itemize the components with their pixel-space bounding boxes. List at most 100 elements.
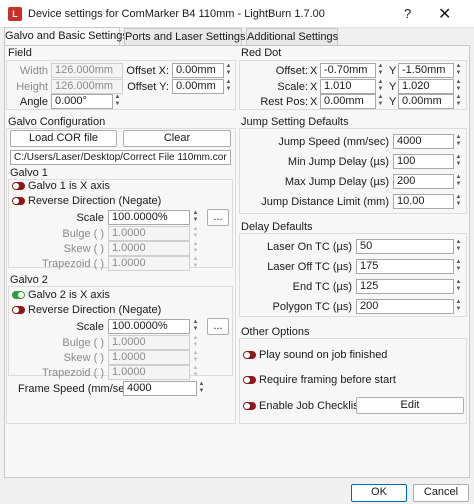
jump-distance-limit-label: Jump Distance Limit (mm) (261, 196, 389, 208)
play-sound-toggle[interactable] (243, 351, 256, 359)
galvo2-skew-spinner: ▲ ▼ (192, 350, 199, 363)
min-jump-delay-field[interactable]: 100 (393, 154, 454, 169)
galvo2-scale-label: Scale (76, 321, 104, 333)
max-jump-delay-field[interactable]: 200 (393, 174, 454, 189)
help-icon[interactable]: ? (404, 6, 411, 21)
red-dot-rest-label: Rest Pos: (260, 96, 308, 108)
galvo1-bulge-spinner: ▲ ▼ (192, 226, 199, 239)
ok-button[interactable]: OK (351, 484, 407, 502)
red-dot-scale-x-spinner[interactable]: ▲ ▼ (376, 79, 385, 94)
galvo-config-title: Galvo Configuration (8, 116, 106, 128)
offset-x-spinner[interactable]: ▲ ▼ (224, 63, 233, 78)
galvo1-more-button[interactable]: ... (207, 209, 229, 226)
red-dot-offset-x-spinner[interactable]: ▲ ▼ (376, 63, 385, 78)
jump-distance-limit-field[interactable]: 10.00 (393, 194, 454, 209)
red-dot-rest-x-spinner[interactable]: ▲ ▼ (376, 94, 385, 109)
close-icon[interactable]: ✕ (438, 4, 451, 24)
laser-on-tc-spinner[interactable]: ▲ ▼ (454, 239, 463, 254)
galvo2-trapezoid-spinner: ▲ ▼ (192, 365, 199, 378)
max-jump-delay-spinner[interactable]: ▲ ▼ (454, 174, 463, 189)
galvo1-scale-spinner[interactable]: ▲ ▼ (191, 210, 200, 225)
job-checklist-edit-button[interactable]: Edit (356, 397, 464, 414)
galvo1-skew-label: Skew ( ) (63, 243, 104, 255)
red-dot-offset-y-spinner[interactable]: ▲ ▼ (454, 63, 463, 78)
end-tc-field[interactable]: 125 (356, 279, 454, 294)
red-dot-rest-x-field[interactable]: 0.00mm (320, 94, 376, 109)
tab-galvo-basic[interactable]: Galvo and Basic Settings (4, 27, 128, 46)
require-framing-toggle[interactable] (243, 376, 256, 384)
laser-off-tc-spinner[interactable]: ▲ ▼ (454, 259, 463, 274)
galvo2-x-axis-label: Galvo 2 is X axis (28, 289, 110, 301)
galvo2-title: Galvo 2 (10, 274, 48, 286)
galvo2-trapezoid-label: Trapezoid ( ) (42, 367, 104, 379)
red-dot-scale-x-field[interactable]: 1.010 (320, 79, 376, 94)
tab-ports-laser[interactable]: Ports and Laser Settings (124, 28, 245, 46)
offset-y-label: Offset Y: (127, 81, 169, 93)
galvo2-bulge-field: 1.0000 (108, 335, 190, 350)
galvo2-trapezoid-field: 1.0000 (108, 365, 190, 380)
red-dot-offset-x-field[interactable]: -0.70mm (320, 63, 376, 78)
laser-on-tc-label: Laser On TC (µs) (267, 241, 352, 253)
require-framing-label: Require framing before start (259, 374, 396, 386)
angle-label: Angle (19, 96, 48, 108)
jump-distance-limit-spinner[interactable]: ▲ ▼ (454, 194, 463, 209)
red-dot-rest-y-spinner[interactable]: ▲ ▼ (454, 94, 463, 109)
frame-speed-field[interactable]: 4000 (123, 381, 197, 396)
delay-title: Delay Defaults (241, 221, 313, 233)
red-dot-rest-y-field[interactable]: 0.00mm (398, 94, 454, 109)
galvo1-scale-field[interactable]: 100.0000% (108, 210, 190, 225)
laser-off-tc-label: Laser Off TC (µs) (267, 261, 352, 273)
tab-additional[interactable]: Additional Settings (246, 28, 338, 46)
jump-speed-spinner[interactable]: ▲ ▼ (454, 134, 463, 149)
offset-y-spinner[interactable]: ▲ ▼ (224, 79, 233, 94)
job-checklist-toggle[interactable] (243, 402, 256, 410)
play-sound-label: Play sound on job finished (259, 349, 388, 361)
laser-on-tc-field[interactable]: 50 (356, 239, 454, 254)
offset-x-field[interactable]: 0.00mm (172, 63, 224, 78)
red-dot-offset-y-field[interactable]: -1.50mm (398, 63, 454, 78)
galvo1-x-axis-toggle[interactable] (12, 182, 25, 190)
polygon-tc-spinner[interactable]: ▲ ▼ (454, 299, 463, 314)
galvo2-reverse-label: Reverse Direction (Negate) (28, 304, 162, 316)
width-label: Width (19, 65, 48, 77)
angle-spinner[interactable]: ▲ ▼ (113, 94, 122, 109)
jump-speed-field[interactable]: 4000 (393, 134, 454, 149)
galvo2-scale-spinner[interactable]: ▲ ▼ (191, 319, 200, 334)
galvo2-more-button[interactable]: ... (207, 318, 229, 335)
load-cor-button[interactable]: Load COR file (10, 130, 117, 147)
min-jump-delay-spinner[interactable]: ▲ ▼ (454, 154, 463, 169)
end-tc-label: End TC (µs) (292, 281, 352, 293)
red-dot-offset-y-label: Y (389, 65, 397, 77)
other-options-title: Other Options (241, 326, 310, 338)
red-dot-scale-x-label: X (310, 81, 318, 93)
galvo1-skew-spinner: ▲ ▼ (192, 241, 199, 254)
galvo2-x-axis-toggle[interactable] (12, 291, 25, 299)
frame-speed-spinner[interactable]: ▲ ▼ (197, 381, 206, 396)
red-dot-scale-label: Scale: (277, 81, 308, 93)
galvo2-scale-field[interactable]: 100.0000% (108, 319, 190, 334)
max-jump-delay-label: Max Jump Delay (µs) (284, 176, 389, 188)
end-tc-spinner[interactable]: ▲ ▼ (454, 279, 463, 294)
galvo2-skew-label: Skew ( ) (63, 352, 104, 364)
cancel-button[interactable]: Cancel (413, 484, 469, 502)
galvo2-skew-field: 1.0000 (108, 350, 190, 365)
red-dot-scale-y-spinner[interactable]: ▲ ▼ (454, 79, 463, 94)
red-dot-rest-y-label: Y (389, 96, 397, 108)
red-dot-offset-label: Offset: (275, 65, 308, 77)
lightburn-app-icon: L (8, 7, 22, 21)
offset-y-field[interactable]: 0.00mm (172, 79, 224, 94)
galvo1-trapezoid-field: 1.0000 (108, 256, 190, 271)
laser-off-tc-field[interactable]: 175 (356, 259, 454, 274)
galvo1-scale-label: Scale (76, 212, 104, 224)
galvo2-reverse-toggle[interactable] (12, 306, 25, 314)
clear-cor-button[interactable]: Clear (123, 130, 231, 147)
polygon-tc-field[interactable]: 200 (356, 299, 454, 314)
red-dot-scale-y-field[interactable]: 1.020 (398, 79, 454, 94)
cor-file-path-field[interactable]: C:/Users/Laser/Desktop/Correct File 110m… (10, 150, 231, 165)
galvo1-reverse-toggle[interactable] (12, 197, 25, 205)
red-dot-rest-x-label: X (310, 96, 318, 108)
galvo2-bulge-label: Bulge ( ) (62, 337, 104, 349)
height-label: Height (16, 81, 48, 93)
angle-field[interactable]: 0.000° (51, 94, 113, 109)
galvo1-x-axis-label: Galvo 1 is X axis (28, 180, 110, 192)
